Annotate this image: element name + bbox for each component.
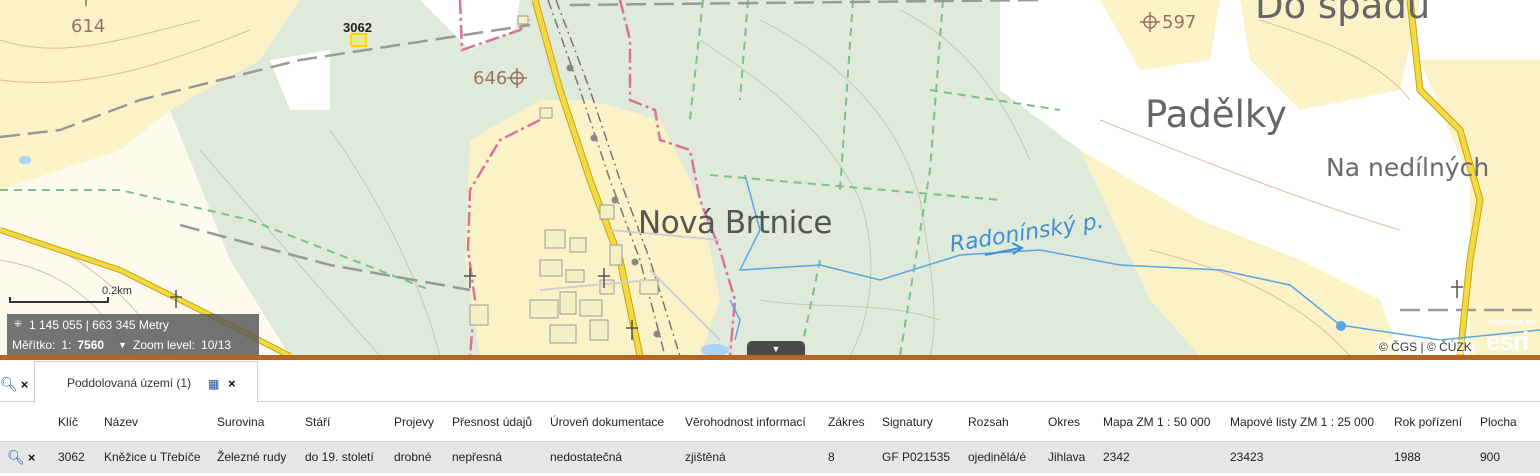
panel-toggle-button[interactable]: ▼ bbox=[747, 341, 805, 356]
column-header[interactable]: Mapové listy ZM 1 : 25 000 bbox=[1230, 403, 1394, 441]
attribute-table: Klíč Název Surovina Stáří Projevy Přesno… bbox=[0, 403, 1540, 473]
table-cell: 23423 bbox=[1230, 440, 1394, 473]
map-view[interactable]: 614 646 597 Nová Brtnice Padělky Do spád… bbox=[0, 0, 1540, 356]
column-header[interactable]: Úroveň dokumentace bbox=[550, 403, 685, 441]
table-row[interactable]: 🔍︎ × 3062 Kněžice u Třebíče Železné rudy… bbox=[0, 440, 1540, 473]
table-cell: zjištěná bbox=[685, 440, 828, 473]
table-cell: Jihlava bbox=[1048, 440, 1103, 473]
close-icon[interactable]: × bbox=[21, 377, 29, 392]
map-attribution: © ČGS | © ČÚZK bbox=[1376, 340, 1475, 354]
column-header[interactable]: Zákres bbox=[828, 403, 882, 441]
table-icon[interactable]: ▦ bbox=[208, 377, 219, 391]
panel-tabbar: 🔍︎ × Poddolovaná území (1) ▦ × bbox=[0, 360, 1540, 403]
close-icon[interactable]: × bbox=[28, 450, 36, 465]
table-cell: drobné bbox=[394, 440, 452, 473]
coordinates-panel: ⁜ 1 145 055 | 663 345 Metry Měřítko: 1: … bbox=[7, 314, 259, 356]
column-header[interactable]: Surovina bbox=[217, 403, 305, 441]
column-header[interactable]: Název bbox=[104, 403, 217, 441]
caret-down-icon: ▼ bbox=[771, 344, 781, 354]
place-label-do-spadu: Do spádu bbox=[1255, 0, 1431, 27]
spot-height-646: 646 bbox=[473, 68, 508, 89]
column-header[interactable]: Rozsah bbox=[968, 403, 1048, 441]
column-header[interactable]: Signatury bbox=[882, 403, 968, 441]
table-cell: GF P021535 bbox=[882, 440, 968, 473]
scale-bar: 0.2km bbox=[9, 285, 132, 303]
scale-bar-line bbox=[9, 297, 109, 303]
esri-wordmark: esri bbox=[1486, 326, 1529, 356]
column-header[interactable]: Stáří bbox=[305, 403, 394, 441]
selected-feature-marker[interactable] bbox=[350, 33, 367, 47]
table-cell: nedostatečná bbox=[550, 440, 685, 473]
zoom-level-label: Zoom level: bbox=[132, 338, 196, 352]
zoom-level-value: 10/13 bbox=[201, 338, 232, 352]
town-label: Nová Brtnice bbox=[638, 205, 832, 241]
column-header[interactable]: Projevy bbox=[394, 403, 452, 441]
table-header-row: Klíč Název Surovina Stáří Projevy Přesno… bbox=[0, 403, 1540, 441]
column-header[interactable]: Okres bbox=[1048, 403, 1103, 441]
column-header[interactable]: Rok pořízení bbox=[1394, 403, 1480, 441]
attribute-panel: 🔍︎ × Poddolovaná území (1) ▦ × Klíč Náze… bbox=[0, 360, 1540, 476]
column-header[interactable]: Klíč bbox=[58, 403, 104, 441]
magnifier-icon[interactable]: 🔍︎ bbox=[7, 449, 25, 466]
column-header[interactable]: Plocha bbox=[1480, 403, 1540, 441]
map-canvas bbox=[0, 0, 1540, 356]
close-icon[interactable]: × bbox=[228, 376, 236, 391]
tab-label: Poddolovaná území (1) bbox=[67, 376, 192, 390]
row-tools: 🔍︎ × bbox=[0, 440, 58, 473]
table-cell: 2342 bbox=[1103, 440, 1230, 473]
table-cell: do 19. století bbox=[305, 440, 394, 473]
table-cell: 8 bbox=[828, 440, 882, 473]
column-header-tools bbox=[0, 403, 58, 441]
tab-tools: 🔍︎ × bbox=[0, 376, 28, 393]
column-header[interactable]: Přesnost údajů bbox=[452, 403, 550, 441]
spot-height-597: 597 bbox=[1162, 12, 1197, 33]
table-cell: nepřesná bbox=[452, 440, 550, 473]
table-cell: 900 bbox=[1480, 440, 1540, 473]
table-cell: Železné rudy bbox=[217, 440, 305, 473]
magnifier-icon[interactable]: 🔍︎ bbox=[0, 376, 18, 393]
chevron-down-icon: ▼ bbox=[118, 340, 127, 350]
scale-label: Měřítko: bbox=[12, 338, 56, 352]
crosshair-icon[interactable]: ⁜ bbox=[12, 319, 24, 331]
place-label-padelky: Padělky bbox=[1145, 93, 1287, 136]
contour-label-614: 614 bbox=[71, 16, 106, 37]
coordinates-readout: 1 145 055 | 663 345 Metry bbox=[29, 318, 169, 332]
table-cell: 1988 bbox=[1394, 440, 1480, 473]
scale-select[interactable]: 7560 ▼ bbox=[77, 338, 127, 352]
tab-poddolovana-uzemi[interactable]: Poddolovaná území (1) ▦ × bbox=[34, 361, 258, 403]
column-header[interactable]: Mapa ZM 1 : 50 000 bbox=[1103, 403, 1230, 441]
scale-bar-label: 0.2km bbox=[102, 285, 132, 297]
table-cell: 3062 bbox=[58, 440, 104, 473]
scale-value: 7560 bbox=[77, 338, 105, 352]
place-label-na-nedilnych: Na nedílných bbox=[1326, 153, 1490, 182]
table-cell: ojedinělá/é bbox=[968, 440, 1048, 473]
table-cell: Kněžice u Třebíče bbox=[104, 440, 217, 473]
scale-prefix: 1: bbox=[61, 338, 72, 352]
esri-logo: POWERED BY esri bbox=[1486, 320, 1540, 356]
column-header[interactable]: Věrohodnost informací bbox=[685, 403, 828, 441]
